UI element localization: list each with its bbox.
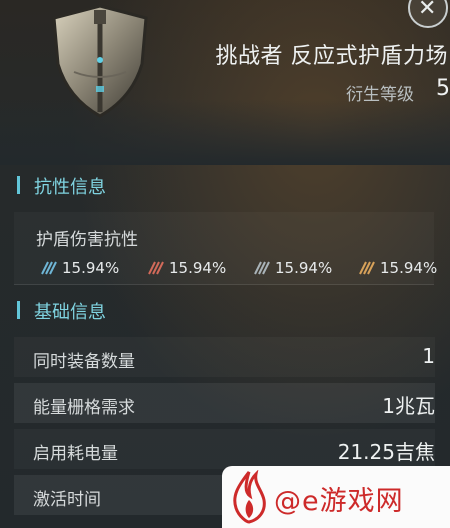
info-value: 21.25吉焦: [337, 440, 435, 464]
info-row: 能量栅格需求 1兆瓦: [14, 383, 435, 423]
info-label: 同时装备数量: [33, 352, 135, 372]
explosive-damage-icon: [359, 261, 375, 275]
section-accent-bar: [17, 176, 20, 194]
info-label: 能量栅格需求: [33, 398, 135, 418]
item-name: 挑战者 反应式护盾力场: [215, 44, 448, 69]
resistance-value: 15.94%: [169, 259, 227, 277]
section-title: 基础信息: [34, 302, 106, 323]
watermark-text: @e游戏网: [274, 486, 404, 517]
resistance-subtitle: 护盾伤害抗性: [36, 230, 138, 250]
tier-label: 衍生等级: [346, 85, 414, 105]
resistance-value: 15.94%: [62, 259, 120, 277]
info-row: 同时装备数量 1: [14, 337, 435, 377]
section-header-resistance: 抗性信息: [0, 168, 450, 202]
tier-value: 5: [436, 76, 450, 101]
resistance-value: 15.94%: [380, 259, 438, 277]
em-damage-icon: [41, 261, 57, 275]
resistance-value: 15.94%: [275, 259, 333, 277]
thermal-damage-icon: [148, 261, 164, 275]
flame-logo-icon: [233, 470, 266, 524]
section-header-basic: 基础信息: [0, 293, 450, 327]
info-value: 1兆瓦: [382, 394, 435, 418]
info-row: 启用耗电量 21.25吉焦: [14, 429, 435, 469]
kinetic-damage-icon: [254, 261, 270, 275]
info-label: 启用耗电量: [33, 444, 118, 464]
close-icon: ✕: [418, 0, 437, 21]
watermark: @e游戏网: [222, 466, 450, 528]
shield-icon: [52, 4, 148, 118]
item-info-panel: ✕ 挑战者 反应式护盾力场 衍生等级 5 抗性信息 护盾伤害抗性 15.94% …: [0, 0, 450, 528]
section-title: 抗性信息: [34, 177, 106, 198]
section-accent-bar: [17, 301, 20, 319]
info-value: 1: [422, 344, 435, 368]
info-label: 激活时间: [33, 490, 101, 510]
